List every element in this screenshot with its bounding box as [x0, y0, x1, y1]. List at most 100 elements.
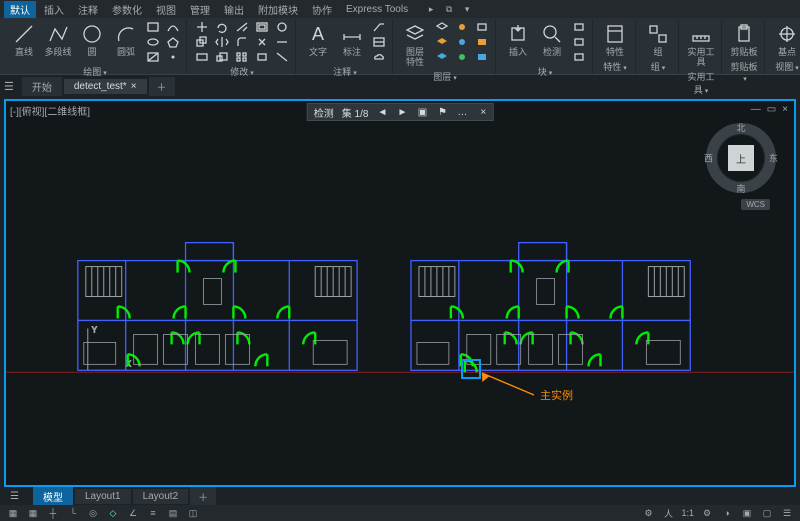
clipboard-button[interactable]: 剪贴板: [728, 20, 760, 59]
menu-default[interactable]: 默认: [4, 1, 36, 18]
status-gear-icon[interactable]: ⚙: [700, 506, 714, 520]
layouttab-model[interactable]: 模型: [33, 487, 73, 506]
ribbon-label-properties[interactable]: 特性: [599, 59, 631, 74]
qat-more-icon[interactable]: ▾: [460, 2, 474, 16]
scale-icon[interactable]: [213, 50, 231, 64]
dimension-button[interactable]: 标注: [336, 20, 368, 59]
ribbon-label-view[interactable]: 视图: [771, 59, 800, 74]
drawing-viewport[interactable]: [-][俯视][二维线框] — ▭ × 上 北 南 东 西 WCS 检测 集 1…: [4, 99, 796, 487]
menu-express[interactable]: Express Tools: [340, 3, 414, 16]
status-isolate-icon[interactable]: ◑: [720, 506, 734, 520]
insert-block-button[interactable]: 插入: [502, 20, 534, 59]
ribbon-label-layer[interactable]: 图层: [399, 69, 491, 84]
layouttab-layout1[interactable]: Layout1: [75, 489, 131, 504]
mirror-icon[interactable]: [213, 35, 231, 49]
status-osnap-icon[interactable]: ◇: [106, 506, 120, 520]
layout-hamburger-icon[interactable]: ☰: [4, 491, 25, 502]
status-scale[interactable]: 1:1: [681, 508, 694, 518]
ribbon-label-modify[interactable]: 修改: [193, 64, 291, 79]
stretch-icon[interactable]: [193, 50, 211, 64]
menu-addins[interactable]: 附加模块: [252, 1, 304, 18]
basepoint-button[interactable]: 基点: [771, 20, 800, 59]
filetab-start[interactable]: 开始: [22, 77, 62, 96]
arc-button[interactable]: 圆弧: [110, 20, 142, 59]
group-button[interactable]: 组: [642, 20, 674, 59]
status-ws-icon[interactable]: ⚙: [641, 506, 655, 520]
status-grid-icon[interactable]: ▦: [26, 506, 40, 520]
menu-collab[interactable]: 协作: [306, 1, 338, 18]
properties-button[interactable]: 特性: [599, 20, 631, 59]
ribbon-label-utilities[interactable]: 实用工具: [685, 69, 717, 97]
menu-annotate[interactable]: 注释: [72, 1, 104, 18]
menu-view[interactable]: 视图: [150, 1, 182, 18]
circle-button[interactable]: 圆: [76, 20, 108, 59]
text-button[interactable]: A 文字: [302, 20, 334, 59]
status-snap-icon[interactable]: ┼: [46, 506, 60, 520]
modify-misc-1-icon[interactable]: [273, 20, 291, 34]
ribbon-label-annotate[interactable]: 注释: [302, 64, 388, 79]
status-annoscale-icon[interactable]: 人: [661, 506, 675, 520]
block-sm-3-icon[interactable]: [570, 50, 588, 64]
layer-sm-8-icon[interactable]: [473, 35, 491, 49]
menu-insert[interactable]: 插入: [38, 1, 70, 18]
status-model-icon[interactable]: ▦: [6, 506, 20, 520]
modify-misc-2-icon[interactable]: [273, 35, 291, 49]
layer-sm-2-icon[interactable]: [433, 35, 451, 49]
spline-icon[interactable]: [164, 20, 182, 34]
layer-sm-1-icon[interactable]: [433, 20, 451, 34]
status-track-icon[interactable]: ∠: [126, 506, 140, 520]
utilities-button[interactable]: 实用工具: [685, 20, 717, 69]
layer-sm-7-icon[interactable]: [473, 20, 491, 34]
filetab-add[interactable]: ＋: [149, 77, 175, 96]
offset-icon[interactable]: [253, 20, 271, 34]
filetab-detect-test[interactable]: detect_test* ×: [64, 79, 147, 94]
status-polar-icon[interactable]: ◎: [86, 506, 100, 520]
layouttab-layout2[interactable]: Layout2: [133, 489, 189, 504]
hatch-icon[interactable]: [144, 50, 162, 64]
layer-sm-9-icon[interactable]: [473, 50, 491, 64]
move-icon[interactable]: [193, 20, 211, 34]
modify-misc-3-icon[interactable]: [273, 50, 291, 64]
explode-icon[interactable]: [253, 35, 271, 49]
polygon-icon[interactable]: [164, 35, 182, 49]
rotate-icon[interactable]: [213, 20, 231, 34]
ribbon-label-block[interactable]: 块: [502, 64, 588, 79]
rect-icon[interactable]: [144, 20, 162, 34]
array-icon[interactable]: [233, 50, 251, 64]
block-sm-2-icon[interactable]: [570, 35, 588, 49]
layer-sm-5-icon[interactable]: [453, 35, 471, 49]
layer-sm-6-icon[interactable]: [453, 50, 471, 64]
qat-share-icon[interactable]: ⧉: [442, 2, 456, 16]
fillet-icon[interactable]: [233, 35, 251, 49]
menu-output[interactable]: 输出: [218, 1, 250, 18]
layouttab-add[interactable]: ＋: [190, 487, 216, 506]
copy-icon[interactable]: [193, 35, 211, 49]
ellipse-icon[interactable]: [144, 35, 162, 49]
menu-parametric[interactable]: 参数化: [106, 1, 148, 18]
status-ortho-icon[interactable]: └: [66, 506, 80, 520]
point-icon[interactable]: [164, 50, 182, 64]
cloud-icon[interactable]: [370, 50, 388, 64]
ribbon-label-group[interactable]: 组: [642, 59, 674, 74]
layer-sm-3-icon[interactable]: [433, 50, 451, 64]
hamburger-icon[interactable]: ☰: [4, 80, 14, 93]
status-clean-icon[interactable]: ▢: [760, 506, 774, 520]
status-trans-icon[interactable]: ◫: [186, 506, 200, 520]
close-icon[interactable]: ×: [131, 81, 137, 92]
block-sm-1-icon[interactable]: [570, 20, 588, 34]
layer-properties-button[interactable]: 图层 特性: [399, 20, 431, 69]
status-dyn-icon[interactable]: ≡: [146, 506, 160, 520]
trim-icon[interactable]: [233, 20, 251, 34]
ribbon-label-draw[interactable]: 绘图: [8, 64, 182, 79]
leader-icon[interactable]: [370, 20, 388, 34]
status-hw-icon[interactable]: ▣: [740, 506, 754, 520]
detect-button[interactable]: 检测: [536, 20, 568, 59]
polyline-button[interactable]: 多段线: [42, 20, 74, 59]
qat-play-icon[interactable]: ▸: [424, 2, 438, 16]
layer-sm-4-icon[interactable]: [453, 20, 471, 34]
table-icon[interactable]: [370, 35, 388, 49]
erase-icon[interactable]: [253, 50, 271, 64]
menu-manage[interactable]: 管理: [184, 1, 216, 18]
status-custom-icon[interactable]: ☰: [780, 506, 794, 520]
line-button[interactable]: 直线: [8, 20, 40, 59]
